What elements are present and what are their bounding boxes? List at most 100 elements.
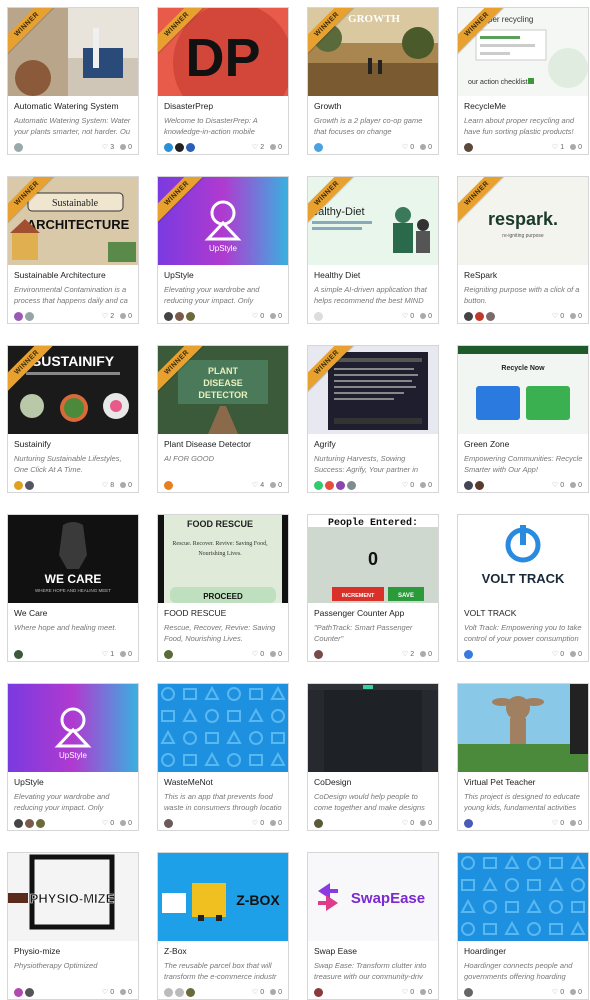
avatar[interactable] — [14, 143, 23, 152]
project-title[interactable]: RecycleMe — [464, 101, 584, 111]
like-count[interactable]: ♡ 0 — [102, 819, 114, 828]
like-count[interactable]: ♡ 8 — [102, 481, 114, 490]
project-title[interactable]: Hoardinger — [464, 946, 584, 956]
project-thumbnail[interactable]: UpStyle — [8, 684, 138, 772]
like-count[interactable]: ♡ 0 — [402, 988, 414, 997]
project-title[interactable]: UpStyle — [164, 270, 284, 280]
avatar[interactable] — [14, 650, 23, 659]
project-thumbnail[interactable]: FOOD RESCUE Rescue. Recover. Revive: Savi… — [158, 515, 288, 603]
project-thumbnail[interactable] — [458, 684, 588, 772]
comment-count[interactable]: 0 — [120, 989, 132, 996]
project-card[interactable]: VOLT TRACK VOLT TRACK Volt Track: Empoweri… — [457, 514, 589, 662]
project-card[interactable]: Z-BOX Z-Box The reusable parcel box that w… — [157, 852, 289, 1000]
project-title[interactable]: Growth — [314, 101, 434, 111]
like-count[interactable]: ♡ 0 — [552, 650, 564, 659]
project-thumbnail[interactable]: PHYSIO-MIZE — [8, 853, 138, 941]
project-thumbnail[interactable]: WE CARE WHERE HOPE AND HEALING MEET — [8, 515, 138, 603]
like-count[interactable]: ♡ 0 — [552, 481, 564, 490]
comment-count[interactable]: 0 — [420, 313, 432, 320]
avatar[interactable] — [314, 312, 323, 321]
avatar[interactable] — [475, 312, 484, 321]
like-count[interactable]: ♡ 3 — [102, 143, 114, 152]
project-card[interactable]: Hoardinger Hoardinger connects people and… — [457, 852, 589, 1000]
comment-count[interactable]: 0 — [270, 989, 282, 996]
comment-count[interactable]: 0 — [120, 482, 132, 489]
like-count[interactable]: ♡ 1 — [102, 650, 114, 659]
project-card[interactable]: CoDesign CoDesign would help people to co… — [307, 683, 439, 831]
avatar[interactable] — [186, 312, 195, 321]
comment-count[interactable]: 0 — [570, 482, 582, 489]
avatar[interactable] — [475, 481, 484, 490]
avatar[interactable] — [314, 481, 323, 490]
avatar[interactable] — [14, 819, 23, 828]
avatar[interactable] — [464, 988, 473, 997]
project-title[interactable]: Green Zone — [464, 439, 584, 449]
avatar[interactable] — [25, 481, 34, 490]
comment-count[interactable]: 0 — [420, 820, 432, 827]
avatar[interactable] — [36, 819, 45, 828]
like-count[interactable]: ♡ 2 — [252, 143, 264, 152]
avatar[interactable] — [14, 312, 23, 321]
avatar[interactable] — [314, 650, 323, 659]
avatar[interactable] — [175, 312, 184, 321]
avatar[interactable] — [175, 988, 184, 997]
project-card[interactable]: Recycle Now Green Zone Empowering Communit… — [457, 345, 589, 493]
avatar[interactable] — [25, 819, 34, 828]
like-count[interactable]: ♡ 0 — [552, 819, 564, 828]
like-count[interactable]: ♡ 0 — [252, 819, 264, 828]
project-card[interactable]: ealthy-Diet WINNER Healthy Diet A simple AI… — [307, 176, 439, 324]
avatar[interactable] — [464, 819, 473, 828]
comment-count[interactable]: 0 — [420, 482, 432, 489]
project-card[interactable]: PHYSIO-MIZE Physio-mize Physiotherapy Opti… — [7, 852, 139, 1000]
avatar[interactable] — [325, 481, 334, 490]
project-card[interactable]: WE CARE WHERE HOPE AND HEALING MEET We Car… — [7, 514, 139, 662]
project-card[interactable]: Sustainable ARCHITECTURE WINNER Sustainable… — [7, 176, 139, 324]
like-count[interactable]: ♡ 0 — [402, 819, 414, 828]
like-count[interactable]: ♡ 0 — [252, 312, 264, 321]
project-thumbnail[interactable]: Recycle Now — [458, 346, 588, 434]
comment-count[interactable]: 0 — [120, 313, 132, 320]
project-thumbnail[interactable]: Z-BOX — [158, 853, 288, 941]
avatar[interactable] — [164, 481, 173, 490]
project-card[interactable]: per recycling our action checklist WINNER R… — [457, 7, 589, 155]
project-card[interactable]: PLANT DISEASE DETECTOR WINNER Plant Disease … — [157, 345, 289, 493]
project-title[interactable]: Agrify — [314, 439, 434, 449]
project-card[interactable]: UpStyle UpStyle Elevating your wardrobe an… — [7, 683, 139, 831]
avatar[interactable] — [464, 650, 473, 659]
like-count[interactable]: ♡ 0 — [552, 312, 564, 321]
comment-count[interactable]: 0 — [270, 313, 282, 320]
project-card[interactable]: FOOD RESCUE Rescue. Recover. Revive: Savi… — [157, 514, 289, 662]
avatar[interactable] — [314, 143, 323, 152]
like-count[interactable]: ♡ 0 — [402, 312, 414, 321]
like-count[interactable]: ♡ 4 — [252, 481, 264, 490]
like-count[interactable]: ♡ 0 — [252, 650, 264, 659]
avatar[interactable] — [347, 481, 356, 490]
comment-count[interactable]: 0 — [420, 651, 432, 658]
like-count[interactable]: ♡ 0 — [252, 988, 264, 997]
avatar[interactable] — [164, 143, 173, 152]
project-title[interactable]: Sustainable Architecture — [14, 270, 134, 280]
project-title[interactable]: Automatic Watering System — [14, 101, 134, 111]
project-thumbnail[interactable]: People Entered: 0 INCREMENT SAVE — [308, 515, 438, 603]
avatar[interactable] — [25, 312, 34, 321]
project-thumbnail[interactable] — [458, 853, 588, 941]
avatar[interactable] — [486, 312, 495, 321]
like-count[interactable]: ♡ 0 — [102, 988, 114, 997]
project-card[interactable]: WINNER Automatic Watering System Automatic… — [7, 7, 139, 155]
project-title[interactable]: Plant Disease Detector — [164, 439, 284, 449]
project-thumbnail[interactable] — [308, 684, 438, 772]
comment-count[interactable]: 0 — [420, 989, 432, 996]
avatar[interactable] — [164, 988, 173, 997]
project-title[interactable]: We Care — [14, 608, 134, 618]
avatar[interactable] — [186, 988, 195, 997]
project-card[interactable]: respark. re-igniting purpose WINNER ReSpark… — [457, 176, 589, 324]
project-card[interactable]: SwapEase Swap Ease Swap Ease: Transform cl… — [307, 852, 439, 1000]
project-title[interactable]: VOLT TRACK — [464, 608, 584, 618]
project-title[interactable]: DisasterPrep — [164, 101, 284, 111]
project-title[interactable]: Healthy Diet — [314, 270, 434, 280]
project-card[interactable]: WINNER Agrify Nurturing Harvests, Sowing S… — [307, 345, 439, 493]
avatar[interactable] — [186, 143, 195, 152]
project-title[interactable]: Swap Ease — [314, 946, 434, 956]
comment-count[interactable]: 0 — [270, 144, 282, 151]
comment-count[interactable]: 0 — [270, 482, 282, 489]
